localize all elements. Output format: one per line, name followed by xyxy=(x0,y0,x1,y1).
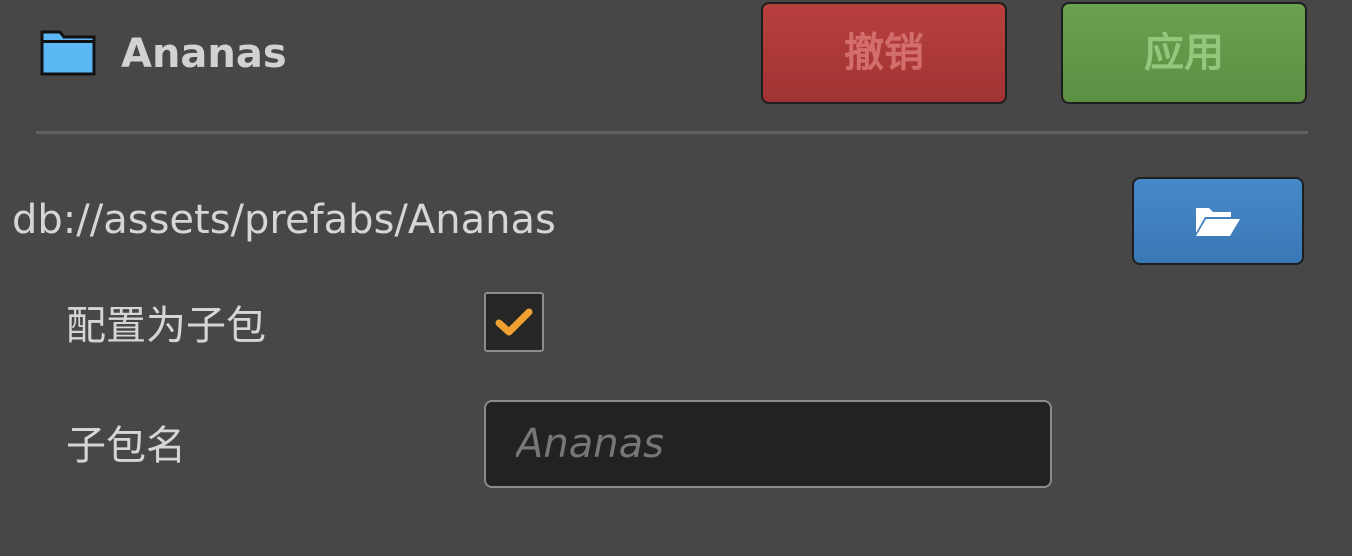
apply-button[interactable]: 应用 xyxy=(1061,2,1307,104)
checkmark-icon xyxy=(495,308,533,336)
open-in-folder-button[interactable] xyxy=(1132,177,1304,265)
subpackage-label: 配置为子包 xyxy=(66,303,266,349)
open-folder-icon xyxy=(1196,208,1240,236)
subpackage-checkbox[interactable] xyxy=(484,292,544,352)
subpackage-name-input[interactable] xyxy=(484,400,1052,488)
divider xyxy=(36,131,1308,134)
asset-path: db://assets/prefabs/Ananas xyxy=(12,197,556,243)
subpackage-name-label: 子包名 xyxy=(66,423,186,469)
asset-name: Ananas xyxy=(121,31,287,77)
folder-icon xyxy=(40,30,96,76)
revert-button[interactable]: 撤销 xyxy=(761,2,1007,104)
